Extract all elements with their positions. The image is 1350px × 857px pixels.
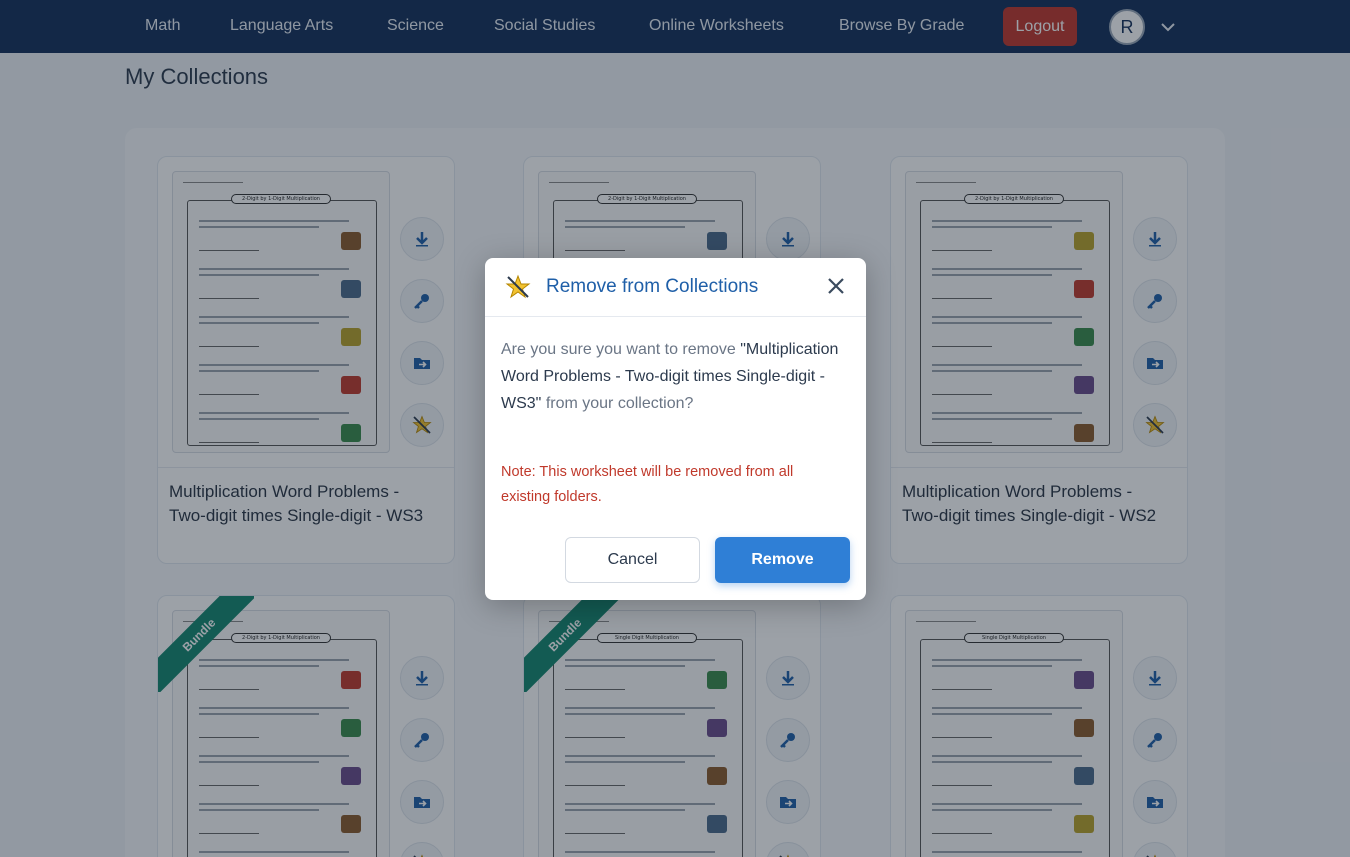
- close-icon[interactable]: [824, 274, 848, 298]
- remove-button[interactable]: Remove: [715, 537, 850, 583]
- remove-star-icon: [505, 274, 531, 299]
- modal-message-suffix: from your collection?: [545, 395, 694, 412]
- modal-message-prefix: Are you sure you want to remove: [501, 341, 736, 358]
- modal-title: Remove from Collections: [546, 276, 759, 297]
- modal-message: Are you sure you want to remove "Multipl…: [501, 336, 846, 417]
- modal-divider: [485, 316, 866, 317]
- cancel-button[interactable]: Cancel: [565, 537, 700, 583]
- modal-warning-note: Note: This worksheet will be removed fro…: [501, 464, 794, 505]
- remove-collection-dialog: Remove from Collections Are you sure you…: [485, 258, 866, 600]
